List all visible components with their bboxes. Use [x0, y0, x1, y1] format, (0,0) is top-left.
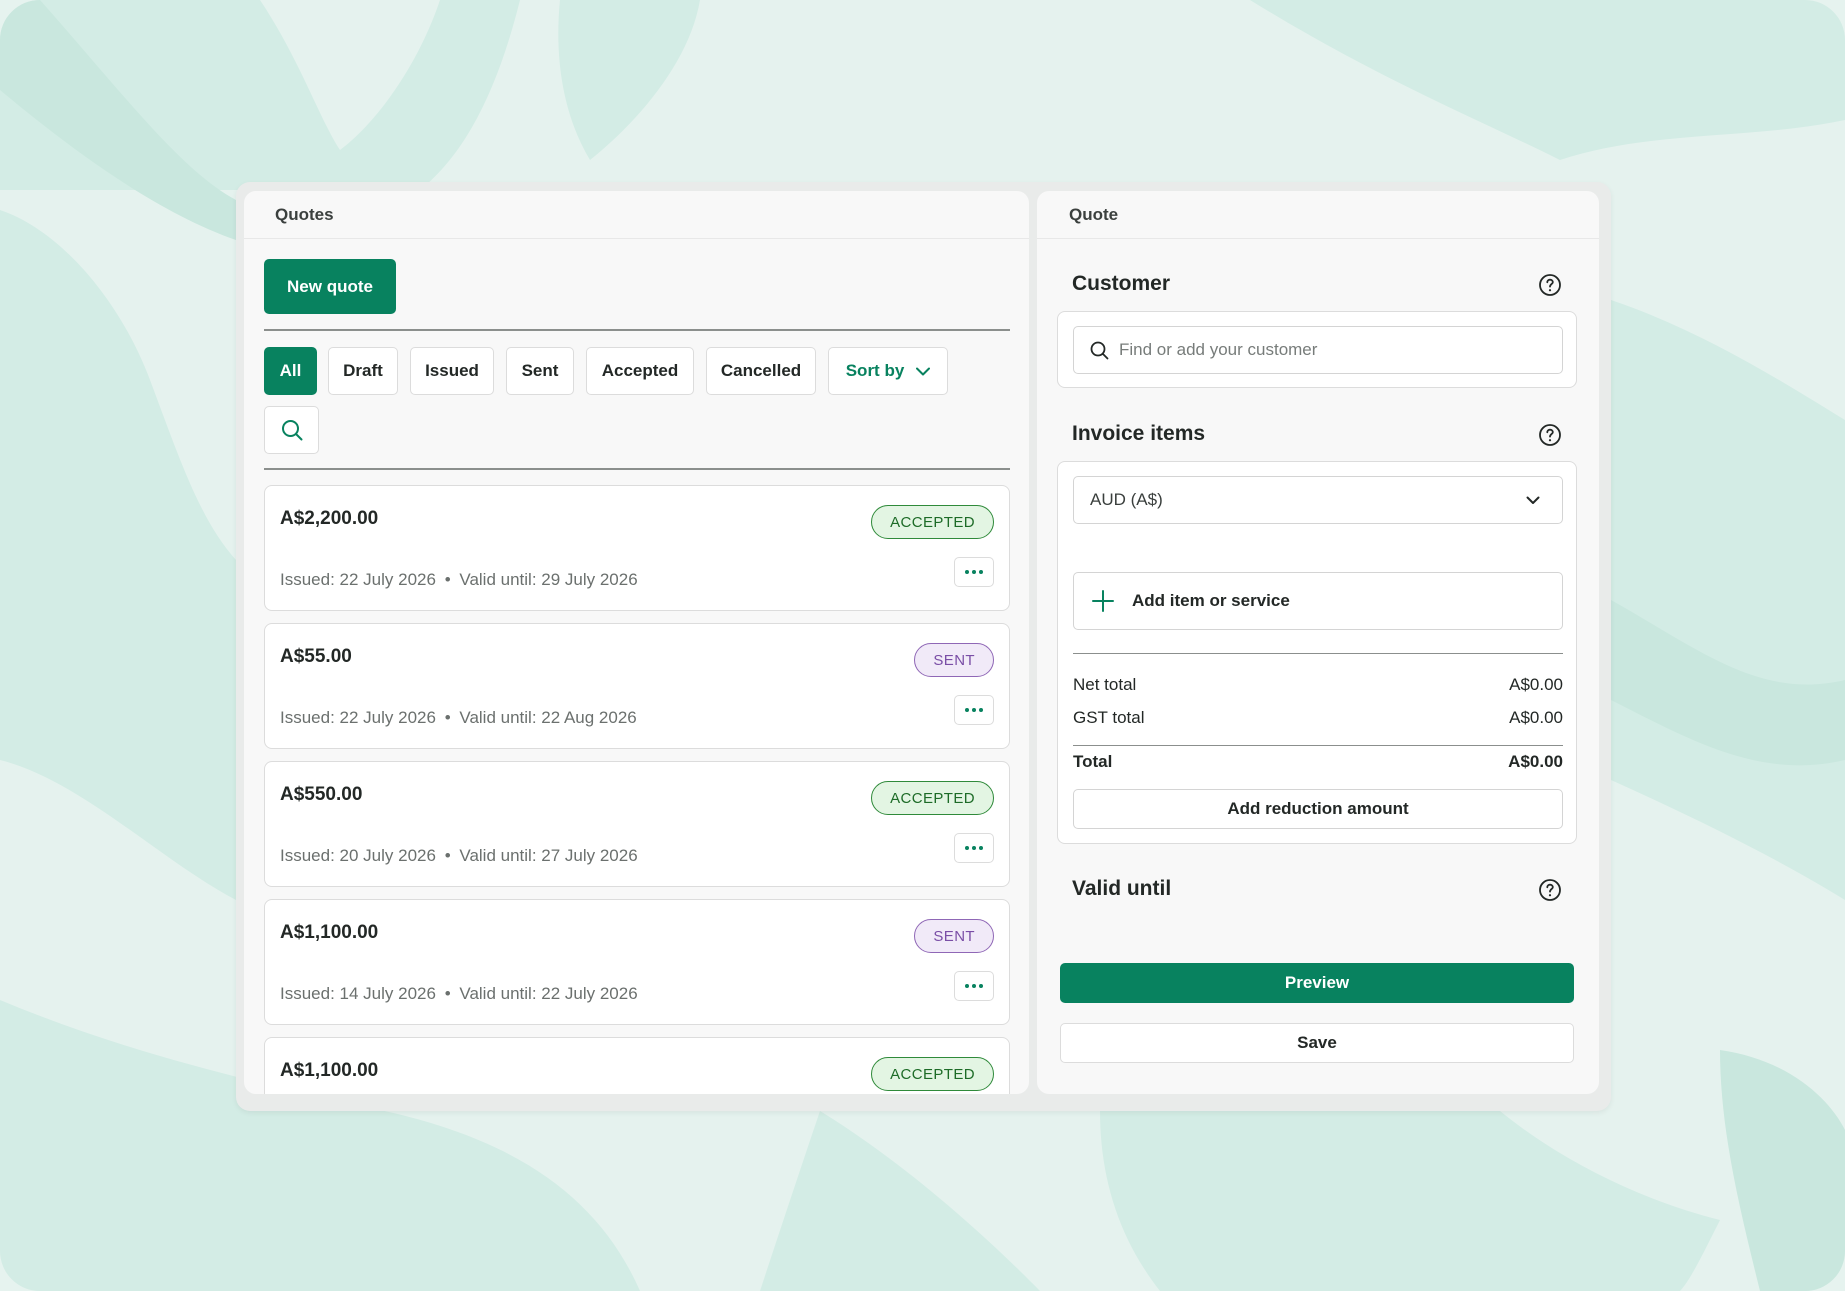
quote-dates: Issued: 20 July 2026 • Valid until: 27 J… — [280, 846, 638, 866]
add-item-button[interactable]: Add item or service — [1073, 572, 1563, 630]
quote-amount: A$550.00 — [280, 784, 363, 805]
valid-until-date: Valid until: 29 July 2026 — [459, 570, 638, 589]
quote-amount: A$55.00 — [280, 646, 352, 667]
net-total-value: A$0.00 — [1509, 675, 1563, 694]
quote-panel: Quote Customer Find or add your customer… — [1037, 191, 1599, 1094]
customer-box: Find or add your customer — [1057, 311, 1577, 388]
invoice-items-box: AUD (A$) Add item or service Net total A… — [1057, 461, 1577, 844]
divider — [264, 329, 1010, 331]
add-reduction-button[interactable]: Add reduction amount — [1073, 789, 1563, 829]
sort-by-label: Sort by — [845, 361, 905, 380]
status-badge: ACCEPTED — [871, 505, 994, 539]
net-total-row: Net total A$0.00 — [1073, 675, 1563, 695]
quote-amount: A$1,100.00 — [280, 922, 379, 943]
help-icon[interactable] — [1538, 273, 1562, 297]
total-value: A$0.00 — [1508, 752, 1563, 771]
filter-cancelled[interactable]: Cancelled — [706, 347, 816, 395]
more-icon — [965, 984, 983, 988]
help-icon[interactable] — [1538, 423, 1562, 447]
total-label: Total — [1073, 752, 1113, 771]
chevron-down-icon — [916, 367, 931, 375]
search-button[interactable] — [264, 406, 319, 454]
status-badge: ACCEPTED — [871, 781, 994, 815]
filter-accepted[interactable]: Accepted — [586, 347, 694, 395]
more-options-button[interactable] — [954, 971, 994, 1001]
plus-icon — [1092, 590, 1114, 612]
more-icon — [965, 708, 983, 712]
divider — [1073, 653, 1563, 654]
quote-dates: Issued: 22 July 2026 • Valid until: 22 A… — [280, 708, 637, 728]
new-quote-button[interactable]: New quote — [264, 259, 396, 314]
gst-total-label: GST total — [1073, 708, 1145, 727]
filter-all[interactable]: All — [264, 347, 317, 395]
net-total-label: Net total — [1073, 675, 1137, 694]
quote-card[interactable]: A$2,200.00 ACCEPTED Issued: 22 July 2026… — [264, 485, 1010, 611]
more-icon — [965, 570, 983, 574]
customer-search-placeholder: Find or add your customer — [1119, 340, 1318, 359]
quote-list: A$2,200.00 ACCEPTED Issued: 22 July 2026… — [264, 485, 1010, 1094]
app-window: Quotes New quote All Draft Issued Sent A… — [236, 182, 1611, 1111]
separator-dot: • — [444, 708, 451, 727]
issued-date: Issued: 20 July 2026 — [280, 846, 436, 865]
separator-dot: • — [444, 846, 451, 865]
issued-date: Issued: 22 July 2026 — [280, 708, 436, 727]
divider — [1073, 745, 1563, 746]
more-options-button[interactable] — [954, 695, 994, 725]
issued-date: Issued: 22 July 2026 — [280, 570, 436, 589]
sort-by-dropdown[interactable]: Sort by — [828, 347, 948, 395]
quote-dates: Issued: 14 July 2026 • Valid until: 22 J… — [280, 984, 638, 1004]
valid-until-heading: Valid until — [1072, 877, 1172, 900]
quote-card[interactable]: A$1,100.00 ACCEPTED — [264, 1037, 1010, 1094]
status-badge: ACCEPTED — [871, 1057, 994, 1091]
quote-card[interactable]: A$1,100.00 SENT Issued: 14 July 2026 • V… — [264, 899, 1010, 1025]
valid-until-date: Valid until: 22 July 2026 — [459, 984, 638, 1003]
currency-select[interactable]: AUD (A$) — [1073, 476, 1563, 524]
status-badge: SENT — [914, 643, 994, 677]
filter-issued[interactable]: Issued — [410, 347, 494, 395]
search-icon — [281, 420, 302, 441]
quotes-panel: Quotes New quote All Draft Issued Sent A… — [244, 191, 1029, 1094]
invoice-items-heading: Invoice items — [1072, 422, 1206, 445]
total-row: Total A$0.00 — [1073, 752, 1563, 772]
status-badge: SENT — [914, 919, 994, 953]
add-item-label: Add item or service — [1132, 591, 1290, 610]
quote-card[interactable]: A$550.00 ACCEPTED Issued: 20 July 2026 •… — [264, 761, 1010, 887]
quote-amount: A$2,200.00 — [280, 508, 379, 529]
help-icon[interactable] — [1538, 878, 1562, 902]
customer-search-input[interactable]: Find or add your customer — [1073, 326, 1563, 374]
separator-dot: • — [444, 570, 451, 589]
quotes-panel-title: Quotes — [244, 191, 1029, 239]
quote-card[interactable]: A$55.00 SENT Issued: 22 July 2026 • Vali… — [264, 623, 1010, 749]
search-icon — [1090, 341, 1109, 359]
quote-dates: Issued: 22 July 2026 • Valid until: 29 J… — [280, 570, 638, 590]
more-options-button[interactable] — [954, 557, 994, 587]
quote-panel-title: Quote — [1037, 191, 1599, 239]
more-options-button[interactable] — [954, 833, 994, 863]
preview-button[interactable]: Preview — [1060, 963, 1574, 1003]
issued-date: Issued: 14 July 2026 — [280, 984, 436, 1003]
currency-value: AUD (A$) — [1090, 490, 1163, 509]
filter-draft[interactable]: Draft — [328, 347, 398, 395]
separator-dot: • — [444, 984, 451, 1003]
filter-sent[interactable]: Sent — [506, 347, 574, 395]
quote-amount: A$1,100.00 — [280, 1060, 379, 1081]
chevron-down-icon — [1526, 496, 1540, 504]
valid-until-date: Valid until: 27 July 2026 — [459, 846, 638, 865]
valid-until-date: Valid until: 22 Aug 2026 — [459, 708, 637, 727]
customer-heading: Customer — [1072, 272, 1171, 295]
gst-total-row: GST total A$0.00 — [1073, 708, 1563, 728]
save-button[interactable]: Save — [1060, 1023, 1574, 1063]
more-icon — [965, 846, 983, 850]
divider — [264, 468, 1010, 470]
gst-total-value: A$0.00 — [1509, 708, 1563, 727]
